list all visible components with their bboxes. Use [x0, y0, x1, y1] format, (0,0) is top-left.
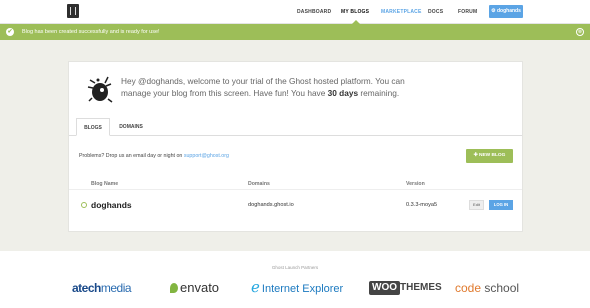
ghost-logo-icon[interactable]	[67, 4, 79, 18]
table-divider	[69, 189, 522, 190]
notification-message: Blog has been created successfully and i…	[22, 29, 160, 35]
support-text: Problems? Drop us an email day or night …	[79, 153, 229, 159]
envato-logo[interactable]: envato	[170, 278, 219, 298]
column-header-version: Version	[406, 181, 425, 187]
support-email-link[interactable]: support@ghost.org	[184, 153, 229, 159]
ie-icon: ℯ	[251, 279, 260, 296]
status-indicator-icon	[81, 202, 87, 208]
nav-docs[interactable]: DOCS	[428, 0, 443, 24]
nav-forum[interactable]: FORUM	[458, 0, 477, 24]
top-navigation-bar: DASHBOARD MY BLOGS MARKETPLACE DOCS FORU…	[0, 0, 590, 24]
launch-partners-section: Ghost Launch Partners atechmedia envato …	[0, 251, 590, 308]
tab-domains[interactable]: DOMAINS	[112, 118, 150, 136]
woothemes-logo[interactable]: WOO THEMES	[369, 278, 442, 298]
blog-version: 0.3.3-moya5	[406, 202, 438, 208]
blog-name: doghands	[91, 200, 132, 210]
success-notification: ✔ Blog has been created successfully and…	[0, 24, 590, 40]
close-icon[interactable]: ⊗	[576, 28, 584, 36]
partners-title: Ghost Launch Partners	[271, 265, 319, 270]
user-menu-button[interactable]: ⚙ doghands	[489, 5, 523, 18]
nav-marketplace[interactable]: MARKETPLACE	[381, 0, 422, 24]
login-button[interactable]: LOG IN	[489, 200, 513, 210]
welcome-message: Hey @doghands, welcome to your trial of …	[121, 76, 405, 98]
column-header-domains: Domains	[248, 181, 270, 187]
column-header-blog-name: Blog Name	[91, 181, 119, 187]
checkmark-icon: ✔	[6, 28, 14, 36]
blog-management-card: Hey @doghands, welcome to your trial of …	[68, 61, 523, 232]
tab-blogs[interactable]: BLOGS	[76, 118, 110, 136]
avatar	[87, 76, 113, 103]
new-blog-button[interactable]: ✚ NEW BLOG	[466, 149, 513, 163]
codeschool-logo[interactable]: code school	[455, 278, 519, 298]
envato-leaf-icon	[170, 283, 178, 293]
edit-button[interactable]: Edit	[469, 200, 484, 210]
atechmedia-logo[interactable]: atechmedia	[72, 278, 132, 298]
internet-explorer-logo[interactable]: ℯ Internet Explorer	[251, 278, 343, 298]
nav-dashboard[interactable]: DASHBOARD	[297, 0, 331, 24]
blog-domain: doghands.ghost.io	[248, 202, 294, 208]
